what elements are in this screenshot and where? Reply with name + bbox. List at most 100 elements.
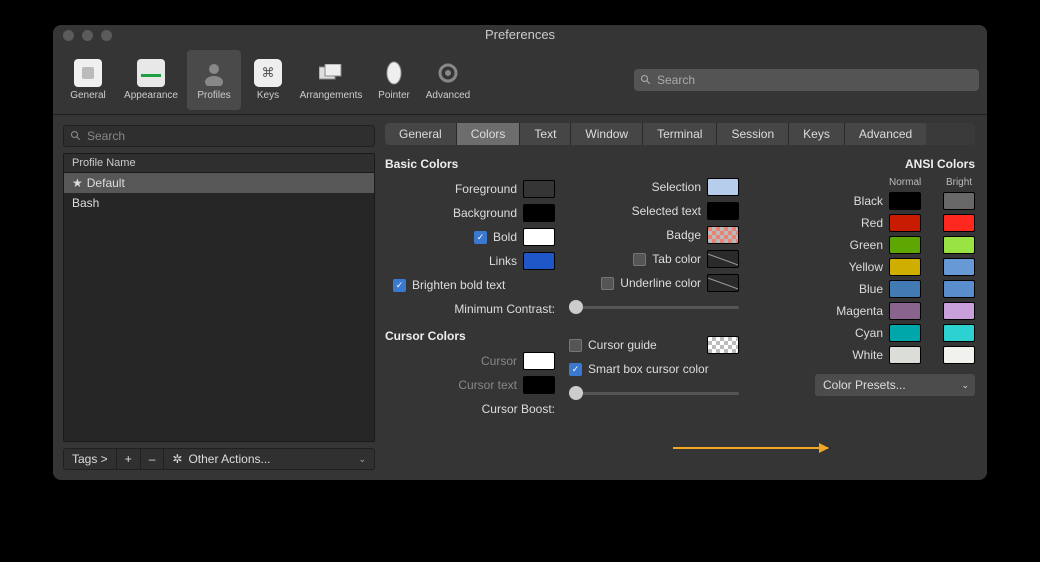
traffic-lights bbox=[63, 30, 112, 41]
ansi-green-bright[interactable] bbox=[943, 236, 975, 254]
contrast-label: Minimum Contrast: bbox=[385, 302, 555, 316]
background-label: Background bbox=[453, 206, 517, 220]
close-icon[interactable] bbox=[63, 30, 74, 41]
smart-cursor-checkbox[interactable] bbox=[569, 363, 582, 376]
tab-color-swatch[interactable] bbox=[707, 250, 739, 268]
toolbar-pointer[interactable]: Pointer bbox=[367, 50, 421, 110]
profile-search[interactable] bbox=[63, 125, 375, 147]
tags-button[interactable]: Tags > bbox=[64, 449, 117, 469]
minimize-icon[interactable] bbox=[82, 30, 93, 41]
tab-keys[interactable]: Keys bbox=[789, 123, 845, 145]
background-swatch[interactable] bbox=[523, 204, 555, 222]
cursor-swatch[interactable] bbox=[523, 352, 555, 370]
cursor-colors-heading: Cursor Colors bbox=[385, 329, 555, 343]
ansi-yellow-normal[interactable] bbox=[889, 258, 921, 276]
ansi-red-normal[interactable] bbox=[889, 214, 921, 232]
toolbar-label: General bbox=[70, 90, 106, 101]
tab-window[interactable]: Window bbox=[571, 123, 643, 145]
ansi-cyan-normal[interactable] bbox=[889, 324, 921, 342]
tab-color-label: Tab color bbox=[652, 252, 701, 266]
ansi-red-bright[interactable] bbox=[943, 214, 975, 232]
tab-general[interactable]: General bbox=[385, 123, 457, 145]
bold-swatch[interactable] bbox=[523, 228, 555, 246]
ansi-white-bright[interactable] bbox=[943, 346, 975, 364]
ansi-black-bright[interactable] bbox=[943, 192, 975, 210]
ansi-white-normal[interactable] bbox=[889, 346, 921, 364]
search-icon bbox=[70, 130, 82, 142]
tab-colors[interactable]: Colors bbox=[457, 123, 521, 145]
underline-swatch[interactable] bbox=[707, 274, 739, 292]
main-panel: General Colors Text Window Terminal Sess… bbox=[385, 115, 987, 480]
toolbar-general[interactable]: General bbox=[61, 50, 115, 110]
color-presets-label: Color Presets... bbox=[823, 378, 906, 392]
ansi-cyan-bright[interactable] bbox=[943, 324, 975, 342]
profile-table: Profile Name ★ Default Bash bbox=[63, 153, 375, 442]
badge-swatch[interactable] bbox=[707, 226, 739, 244]
selection-swatch[interactable] bbox=[707, 178, 739, 196]
profile-row-bash[interactable]: Bash bbox=[64, 193, 374, 213]
tab-color-checkbox[interactable] bbox=[633, 253, 646, 266]
ansi-magenta-bright[interactable] bbox=[943, 302, 975, 320]
tab-text[interactable]: Text bbox=[520, 123, 571, 145]
cursor-guide-checkbox[interactable] bbox=[569, 339, 582, 352]
toolbar-search-input[interactable] bbox=[657, 73, 973, 87]
add-profile-button[interactable]: + bbox=[117, 449, 141, 469]
ansi-label-white: White bbox=[815, 348, 883, 362]
tab-session[interactable]: Session bbox=[717, 123, 789, 145]
smart-cursor-label: Smart box cursor color bbox=[588, 362, 709, 376]
toolbar-profiles[interactable]: Profiles bbox=[187, 50, 241, 110]
tab-terminal[interactable]: Terminal bbox=[643, 123, 717, 145]
ansi-label-blue: Blue bbox=[815, 282, 883, 296]
selection-label: Selection bbox=[652, 180, 701, 194]
basic-colors-heading: Basic Colors bbox=[385, 157, 555, 171]
ansi-magenta-normal[interactable] bbox=[889, 302, 921, 320]
cursor-boost-label: Cursor Boost: bbox=[385, 402, 555, 416]
cursor-text-swatch[interactable] bbox=[523, 376, 555, 394]
bold-checkbox[interactable] bbox=[474, 231, 487, 244]
gear-icon bbox=[436, 61, 460, 85]
cursor-guide-label: Cursor guide bbox=[588, 338, 657, 352]
toolbar-advanced[interactable]: Advanced bbox=[421, 50, 475, 110]
underline-checkbox[interactable] bbox=[601, 277, 614, 290]
profile-table-header: Profile Name bbox=[64, 154, 374, 173]
cursor-guide-swatch[interactable] bbox=[707, 336, 739, 354]
cursor-text-label: Cursor text bbox=[458, 378, 517, 392]
titlebar: Preferences bbox=[53, 25, 987, 45]
cursor-boost-slider[interactable] bbox=[569, 385, 739, 401]
toolbar-keys[interactable]: ⌘ Keys bbox=[241, 50, 295, 110]
ansi-blue-normal[interactable] bbox=[889, 280, 921, 298]
ansi-label-magenta: Magenta bbox=[815, 304, 883, 318]
toolbar-label: Profiles bbox=[197, 90, 230, 101]
chevron-down-icon: ⌄ bbox=[358, 454, 366, 465]
ansi-black-normal[interactable] bbox=[889, 192, 921, 210]
bold-label: Bold bbox=[493, 230, 517, 244]
profile-search-input[interactable] bbox=[87, 129, 368, 143]
ansi-yellow-bright[interactable] bbox=[943, 258, 975, 276]
ansi-green-normal[interactable] bbox=[889, 236, 921, 254]
ansi-label-red: Red bbox=[815, 216, 883, 230]
search-icon bbox=[640, 74, 652, 86]
toolbar: General Appearance Profiles ⌘ Keys Arran… bbox=[53, 45, 987, 115]
tab-advanced[interactable]: Advanced bbox=[845, 123, 926, 145]
links-swatch[interactable] bbox=[523, 252, 555, 270]
toolbar-search[interactable] bbox=[634, 69, 979, 91]
profile-row-default[interactable]: ★ Default bbox=[64, 173, 374, 193]
color-presets-dropdown[interactable]: Color Presets... ⌄ bbox=[815, 374, 975, 396]
remove-profile-button[interactable]: – bbox=[141, 449, 165, 469]
badge-label: Badge bbox=[666, 228, 701, 242]
selected-text-swatch[interactable] bbox=[707, 202, 739, 220]
ansi-blue-bright[interactable] bbox=[943, 280, 975, 298]
zoom-icon[interactable] bbox=[101, 30, 112, 41]
cursor-label: Cursor bbox=[481, 354, 517, 368]
toolbar-appearance[interactable]: Appearance bbox=[115, 50, 187, 110]
window-title: Preferences bbox=[53, 25, 987, 45]
brighten-checkbox[interactable] bbox=[393, 279, 406, 292]
toolbar-label: Pointer bbox=[378, 90, 410, 101]
contrast-slider[interactable] bbox=[569, 299, 739, 315]
toolbar-arrangements[interactable]: Arrangements bbox=[295, 50, 367, 110]
other-actions-label: Other Actions... bbox=[188, 452, 270, 466]
ansi-label-green: Green bbox=[815, 238, 883, 252]
brighten-label: Brighten bold text bbox=[412, 278, 505, 292]
other-actions-dropdown[interactable]: ✲ Other Actions... ⌄ bbox=[164, 452, 374, 466]
foreground-swatch[interactable] bbox=[523, 180, 555, 198]
